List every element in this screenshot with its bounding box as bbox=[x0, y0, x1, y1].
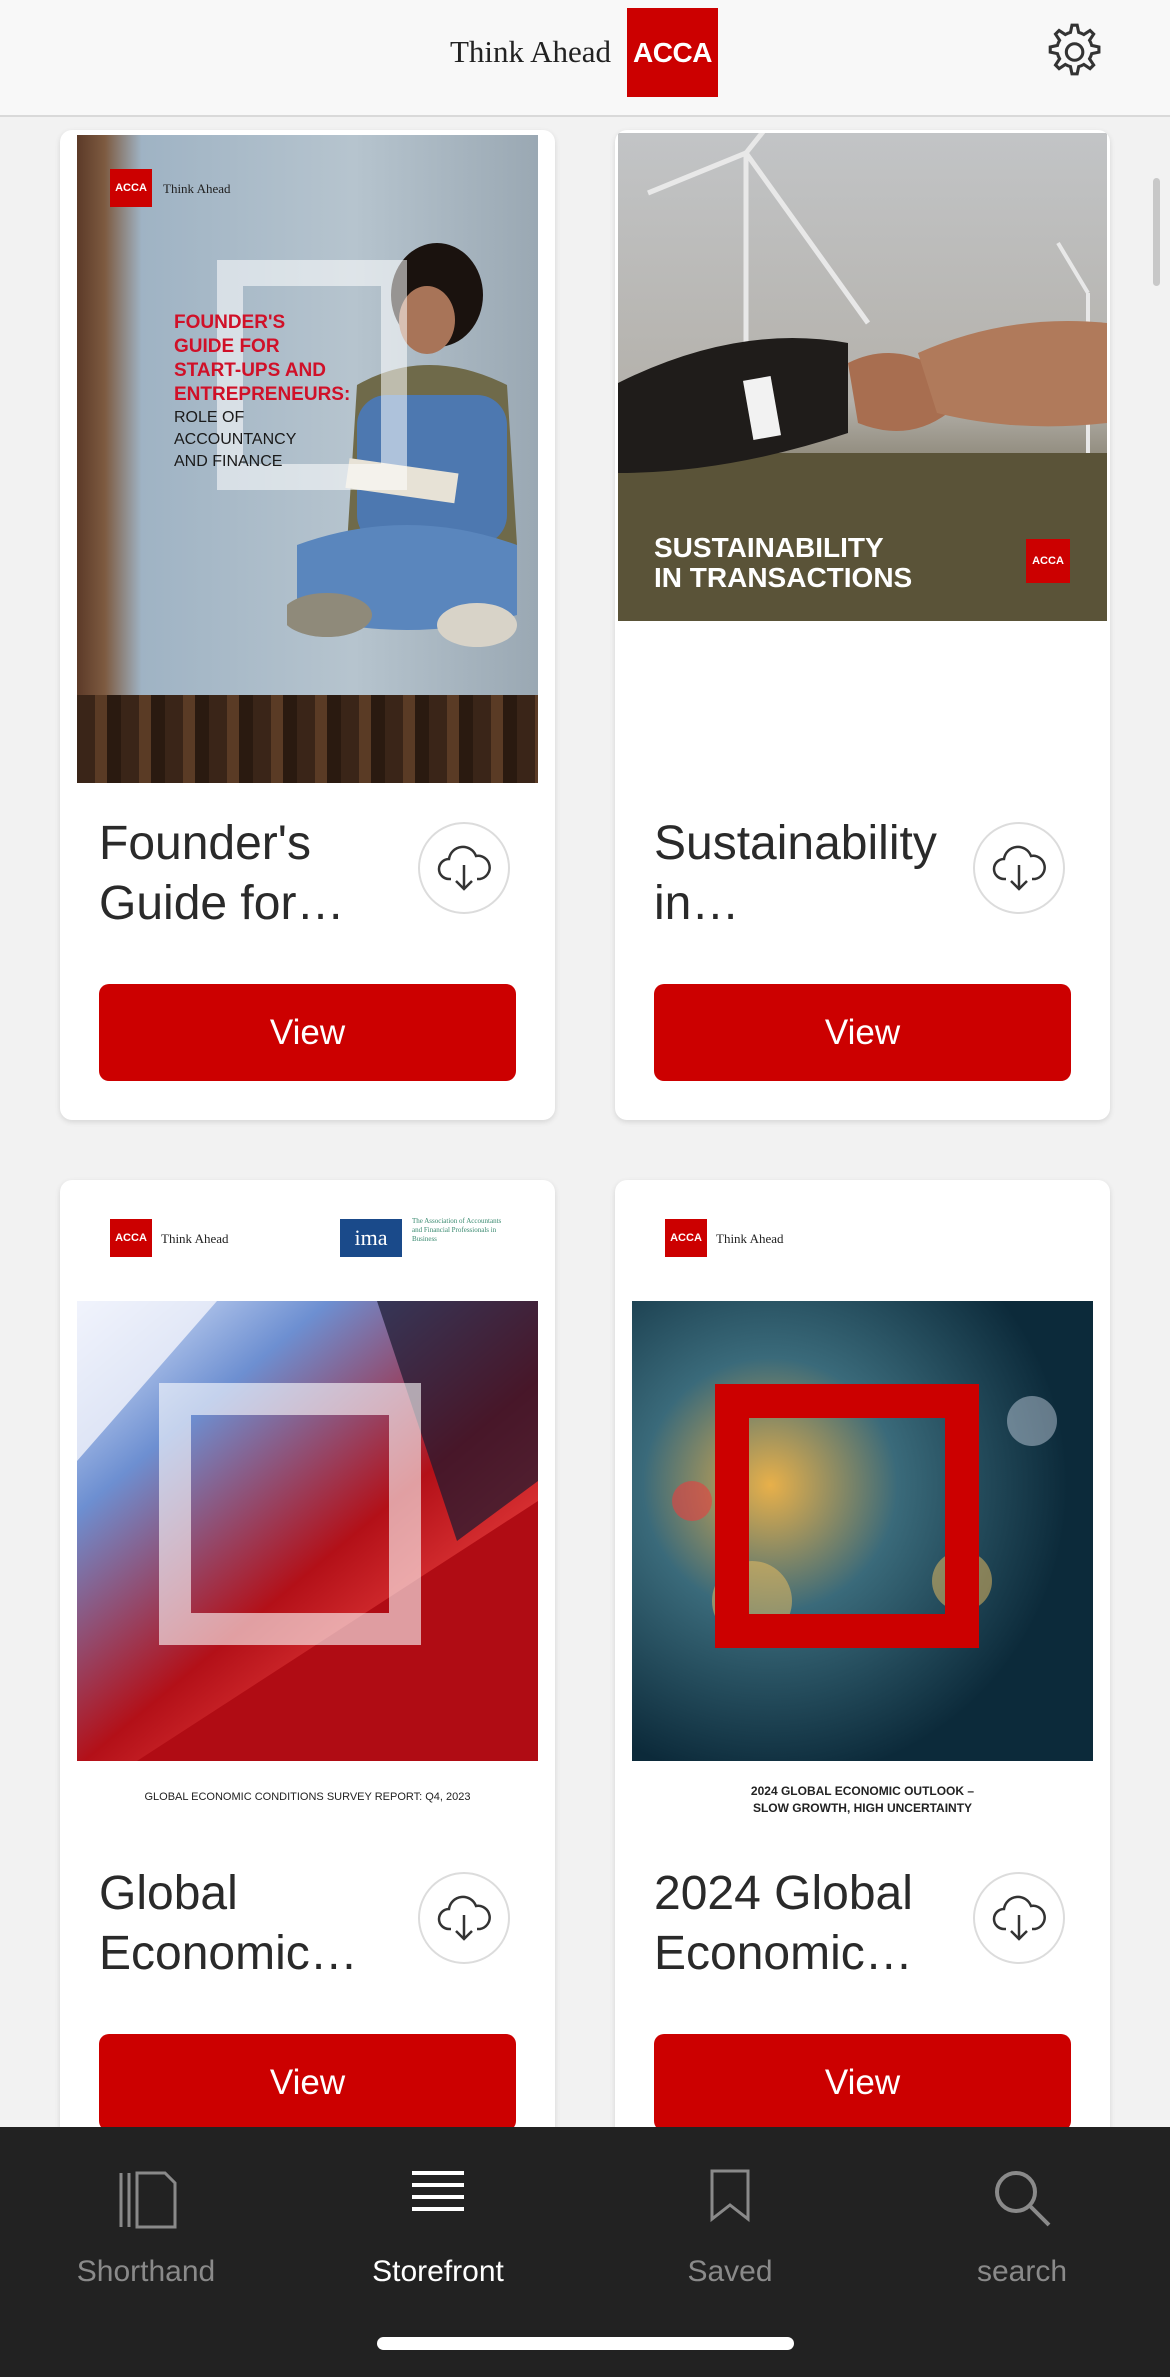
abstract-architecture-image bbox=[77, 1301, 538, 1761]
cover-image: SUSTAINABILITY IN TRANSACTIONS ACCA bbox=[618, 133, 1107, 621]
cover-acca-logo: ACCA bbox=[110, 169, 152, 207]
download-button[interactable] bbox=[973, 822, 1065, 914]
tab-shorthand[interactable]: Shorthand bbox=[0, 2147, 292, 2288]
cover-tagline: Think Ahead bbox=[161, 1231, 229, 1246]
view-button[interactable]: View bbox=[654, 984, 1071, 1081]
gear-icon[interactable] bbox=[1039, 19, 1105, 85]
card-title[interactable]: Sustainability in… bbox=[654, 814, 937, 934]
cover-title: FOUNDER'S GUIDE FOR START-UPS AND ENTREP… bbox=[174, 312, 351, 405]
download-button[interactable] bbox=[418, 1872, 510, 1964]
partner-text: The Association of Accountants and Finan… bbox=[412, 1217, 502, 1243]
cover-image: ACCA Think Ahead ima The Association of … bbox=[77, 1185, 538, 1833]
tab-label: Saved bbox=[687, 2255, 773, 2288]
card-title[interactable]: Global Economic… bbox=[99, 1864, 379, 1984]
cover-image: ACCA Think Ahead 2024 GLOBAL ECONOMIC OU… bbox=[632, 1185, 1093, 1833]
tab-label: Storefront bbox=[372, 2255, 504, 2288]
cover-title: SUSTAINABILITY IN TRANSACTIONS bbox=[654, 532, 913, 593]
document-stack-icon bbox=[119, 2171, 177, 2229]
publication-card: ACCA Think Ahead FOUNDER'S GUIDE FOR STA… bbox=[60, 130, 555, 1120]
cloud-download-icon bbox=[992, 845, 1046, 891]
view-button[interactable]: View bbox=[654, 2034, 1071, 2131]
home-indicator[interactable] bbox=[377, 2337, 794, 2350]
tab-label: search bbox=[976, 2255, 1068, 2288]
cover-caption: 2024 GLOBAL ECONOMIC OUTLOOK – SLOW GROW… bbox=[750, 1784, 975, 1815]
cover-caption: GLOBAL ECONOMIC CONDITIONS SURVEY REPORT… bbox=[144, 1791, 471, 1803]
view-button[interactable]: View bbox=[99, 984, 516, 1081]
publication-card: ACCA Think Ahead ima The Association of … bbox=[60, 1180, 555, 2140]
view-button[interactable]: View bbox=[99, 2034, 516, 2131]
cloud-download-icon bbox=[992, 1895, 1046, 1941]
cover-image: ACCA Think Ahead FOUNDER'S GUIDE FOR STA… bbox=[77, 135, 538, 783]
ima-logo: ima bbox=[340, 1219, 402, 1257]
tab-saved[interactable]: Saved bbox=[584, 2147, 876, 2288]
card-title[interactable]: 2024 Global Economic… bbox=[654, 1864, 934, 1984]
publication-card: ACCA Think Ahead 2024 GLOBAL ECONOMIC OU… bbox=[615, 1180, 1110, 2140]
search-icon bbox=[995, 2171, 1051, 2227]
tab-storefront[interactable]: Storefront bbox=[292, 2147, 584, 2288]
cover-acca-logo: ACCA bbox=[110, 1219, 152, 1257]
bookmark-icon bbox=[710, 2169, 750, 2223]
stock-ticker-image bbox=[632, 1301, 1093, 1761]
download-button[interactable] bbox=[973, 1872, 1065, 1964]
download-button[interactable] bbox=[418, 822, 510, 914]
list-lines-icon bbox=[412, 2171, 464, 2211]
scrollbar[interactable] bbox=[1153, 178, 1160, 286]
acca-logo: ACCA bbox=[627, 8, 718, 97]
cover-tagline: Think Ahead bbox=[163, 181, 231, 196]
cover-subtitle: ROLE OF ACCOUNTANCY AND FINANCE bbox=[174, 409, 297, 470]
publication-card: SUSTAINABILITY IN TRANSACTIONS ACCA Sust… bbox=[615, 130, 1110, 1120]
cloud-download-icon bbox=[437, 845, 491, 891]
brand-tagline: Think Ahead bbox=[450, 34, 611, 69]
cloud-download-icon bbox=[437, 1895, 491, 1941]
cover-tagline: Think Ahead bbox=[716, 1231, 784, 1246]
cover-acca-logo: ACCA bbox=[1026, 539, 1070, 583]
cover-acca-logo: ACCA bbox=[665, 1219, 707, 1257]
tab-search[interactable]: search bbox=[876, 2147, 1168, 2288]
app-header: Think Ahead ACCA bbox=[0, 0, 1170, 117]
card-title[interactable]: Founder's Guide for… bbox=[99, 814, 379, 934]
tab-label: Shorthand bbox=[76, 2255, 216, 2288]
